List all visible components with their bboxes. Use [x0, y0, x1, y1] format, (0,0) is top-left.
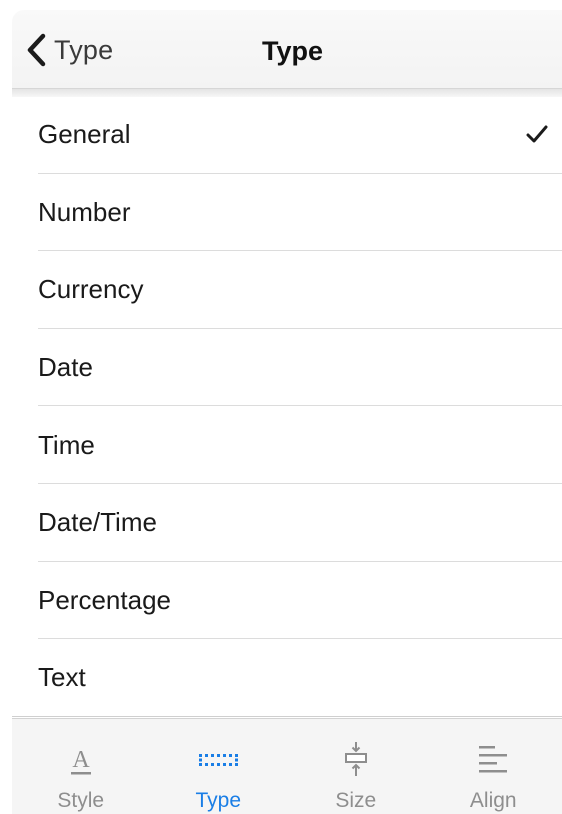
tab-label: Style: [57, 789, 105, 812]
list-item-text[interactable]: Text: [12, 639, 562, 717]
list-item-label: Percentage: [38, 584, 171, 615]
text-style-icon: A: [61, 741, 101, 777]
list-item-general[interactable]: General: [12, 96, 562, 174]
tab-align[interactable]: Align: [425, 719, 562, 814]
list-item-number[interactable]: Number: [12, 174, 562, 252]
align-left-icon: [473, 741, 513, 777]
list-item-label: Date/Time: [38, 507, 157, 538]
list-item-time[interactable]: Time: [12, 406, 562, 484]
page-title: Type: [262, 36, 324, 66]
checkmark-icon: [526, 125, 548, 143]
list-item-date-time[interactable]: Date/Time: [12, 484, 562, 562]
tab-label: Align: [469, 789, 517, 812]
list-item-label: General: [38, 119, 131, 150]
list-item-label: Time: [38, 429, 95, 460]
format-panel: Type Type General Number Currency Date T…: [12, 10, 562, 814]
tab-label: Size: [335, 789, 377, 812]
back-button[interactable]: Type: [26, 30, 113, 70]
back-button-label: Type: [54, 34, 114, 65]
list-item-date[interactable]: Date: [12, 329, 562, 407]
list-item-label: Currency: [38, 274, 144, 305]
chevron-left-icon: [27, 33, 46, 67]
cell-size-icon: [336, 741, 376, 777]
list-item-label: Date: [38, 352, 93, 383]
list-item-label: Number: [38, 196, 131, 227]
list-item-percentage[interactable]: Percentage: [12, 562, 562, 640]
tab-label: Type: [195, 789, 242, 812]
number-format-icon: [198, 741, 239, 777]
nav-bar: Type Type: [12, 10, 562, 88]
svg-text:A: A: [72, 747, 90, 773]
list-item-label: Text: [38, 662, 86, 693]
tab-bar: A Style Type Size Align: [12, 718, 562, 814]
tab-type[interactable]: Type: [150, 719, 288, 814]
type-list: General Number Currency Date Time Date/T…: [12, 96, 562, 717]
tab-size[interactable]: Size: [287, 719, 425, 814]
list-item-currency[interactable]: Currency: [12, 251, 562, 329]
tab-style[interactable]: A Style: [12, 719, 150, 814]
